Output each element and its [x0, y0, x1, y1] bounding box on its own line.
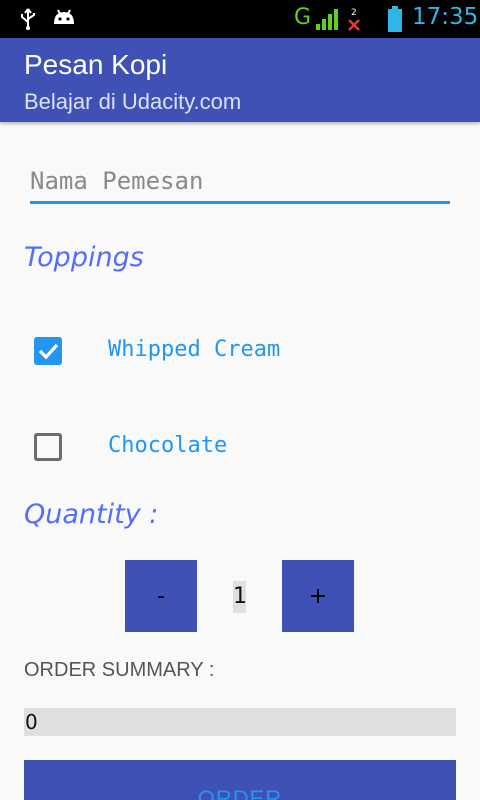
app-bar: Pesan Kopi Belajar di Udacity.com — [0, 38, 480, 122]
whipped-cream-label[interactable]: Whipped Cream — [108, 337, 280, 362]
status-bar: G 2 17:35 — [0, 0, 480, 38]
network-type-label: G — [294, 5, 312, 30]
clock: 17:35 — [412, 4, 479, 30]
sms-count: 2 — [351, 8, 357, 18]
order-button[interactable]: ORDER — [24, 760, 456, 800]
usb-icon — [21, 8, 35, 30]
topping-row-whipped-cream[interactable]: Whipped Cream — [0, 322, 480, 382]
app-subtitle: Belajar di Udacity.com — [24, 89, 242, 114]
quantity-value: 1 — [233, 581, 247, 613]
android-icon — [54, 9, 74, 24]
increment-button[interactable]: + — [282, 560, 354, 632]
order-summary-value: 0 — [24, 708, 456, 736]
chocolate-label[interactable]: Chocolate — [108, 433, 227, 458]
decrement-button[interactable]: - — [125, 560, 197, 632]
topping-row-chocolate[interactable]: Chocolate — [0, 418, 480, 478]
signal-icon — [316, 9, 338, 30]
whipped-cream-checkbox[interactable] — [34, 337, 62, 365]
quantity-label: Quantity : — [24, 499, 159, 530]
name-input[interactable] — [30, 160, 450, 204]
chocolate-checkbox[interactable] — [34, 433, 62, 461]
battery-icon — [388, 6, 402, 32]
toppings-label: Toppings — [24, 242, 144, 273]
sms-icon: 2 — [348, 8, 360, 31]
app-title: Pesan Kopi — [24, 49, 168, 80]
order-summary-label: ORDER SUMMARY : — [24, 659, 215, 681]
